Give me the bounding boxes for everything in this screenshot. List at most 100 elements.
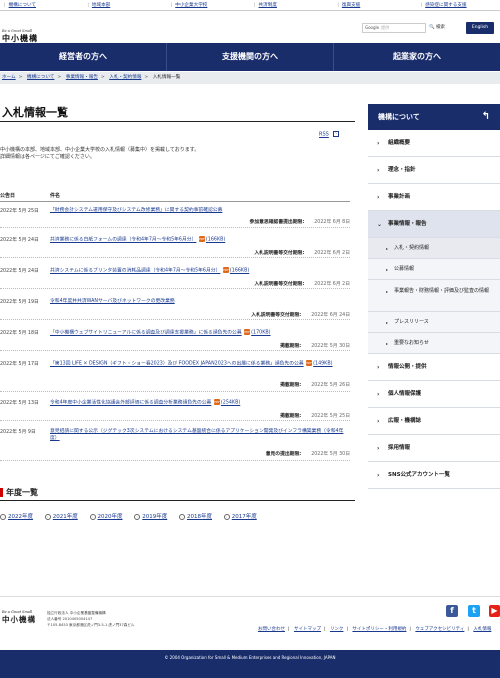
row-file-size[interactable]: (166KB): [206, 238, 225, 243]
search-button[interactable]: 🔍 検索: [429, 23, 445, 33]
sidebar-item-business-plan[interactable]: › 事業計画: [368, 184, 500, 211]
main-nav: 経営者の方へ 支援機関の方へ 起業家の方へ: [0, 43, 500, 71]
topnav-link-about[interactable]: 機構について: [9, 3, 36, 8]
row-subject-link[interactable]: 「中小機構ウェブサイトリニューアルに係る調査及び調達支援業務」に係る請負先の公募: [50, 331, 242, 336]
row-subject: 「中小機構ウェブサイトリニューアルに係る調査及び調達支援業務」に係る請負先の公募…: [50, 329, 350, 337]
row-file-size[interactable]: (170KB): [251, 331, 270, 336]
top-nav: | 機構について | 地域本部 | 中小企業大学校 | 共済制度 | 復興支援 | 感染症に…: [0, 0, 500, 11]
table-row: 2022年 5月 24日 共済システムに係るプリンタ装置の消耗品調達（令和4年7…: [0, 267, 350, 289]
year-item[interactable]: › 2022年度: [0, 513, 33, 520]
separator: |: [337, 3, 339, 8]
search-input[interactable]: Google 提供: [362, 23, 426, 33]
facebook-icon[interactable]: f: [446, 605, 458, 617]
topnav-item[interactable]: | 共済制度: [250, 2, 333, 8]
row-subject-link[interactable]: 「第13回 LIFE × DESIGN（ギフト・ショー春2023）及び FOOD…: [50, 362, 304, 367]
year-item[interactable]: › 2018年度: [179, 513, 212, 520]
table-header-divider: [0, 201, 350, 202]
sidebar-item-label: 採用情報: [388, 445, 411, 451]
back-arrow-icon: ↰: [481, 111, 490, 122]
row-file-size[interactable]: (254KB): [221, 401, 240, 406]
topnav-link-mutual-aid[interactable]: 共済制度: [259, 3, 277, 8]
row-file-size[interactable]: (149KB): [313, 362, 332, 367]
mainnav-managers[interactable]: 経営者の方へ: [0, 43, 166, 71]
breadcrumb-about[interactable]: 機構について: [27, 75, 54, 80]
rss-label[interactable]: RSS: [319, 132, 329, 138]
footer-link-accessibility[interactable]: ウェブアクセシビリティ: [415, 627, 464, 632]
topnav-link-university[interactable]: 中小企業大学校: [175, 3, 207, 8]
table-row: 2022年 5月 13日 令和4年度中小企業活性化協議会外部評価に係る調査分析業…: [0, 399, 350, 421]
sidebar-item-recruit[interactable]: › 採用情報: [368, 435, 500, 462]
year-item[interactable]: › 2020年度: [89, 513, 123, 520]
footer-link-contact[interactable]: お問い合わせ: [258, 627, 285, 632]
breadcrumb-business-info[interactable]: 事業情報・報告: [66, 75, 98, 80]
sidebar-subitem-notices[interactable]: ▸ 重要なお知らせ: [368, 333, 500, 354]
footer-logo[interactable]: Be a Great Small 中小機構: [2, 610, 36, 625]
table-row: 2022年 5月 9日 意見招請に関する公示（ジグテック3次システムにおけるシス…: [0, 428, 350, 461]
row-subject-link[interactable]: 共済業務に係る白紙フォームの調達（令和4年7月～令和5年6月分）: [50, 238, 196, 243]
footer-link-bidding[interactable]: 入札情報: [473, 627, 491, 632]
sidebar-heading[interactable]: 機構について ↰: [368, 104, 500, 130]
search-icon: 🔍: [429, 25, 435, 30]
footer-link-links[interactable]: リンク: [330, 627, 344, 632]
footer-logo-name: 中小機構: [2, 615, 36, 624]
row-status: 参加意思確認書提出期限: 2022年 6月 8日: [250, 218, 350, 225]
mainnav-entrepreneurs[interactable]: 起業家の方へ: [333, 43, 500, 71]
topnav-item[interactable]: | 感染症に関する支援: [417, 2, 500, 8]
year-link[interactable]: 2021年度: [53, 514, 78, 520]
twitter-icon[interactable]: t: [468, 605, 480, 617]
sidebar-item-business-info[interactable]: ⌄ 事業情報・報告: [368, 211, 500, 238]
circle-arrow-icon: ›: [89, 513, 96, 520]
topnav-item[interactable]: | 地域本部: [83, 2, 166, 8]
topnav-item[interactable]: | 中小企業大学校: [167, 2, 250, 8]
row-subject-link[interactable]: 令和4年度井共済WANサーバ及びネットワークの更改業務: [50, 299, 175, 304]
year-item[interactable]: › 2021年度: [44, 513, 78, 520]
row-file-size[interactable]: (166KB): [230, 269, 249, 274]
year-item[interactable]: › 2017年度: [223, 513, 257, 520]
sidebar-item-organization[interactable]: › 組織概要: [368, 130, 500, 157]
sidebar-item-label: 事業情報・報告: [388, 221, 427, 227]
topnav-link-regional[interactable]: 地域本部: [92, 3, 110, 8]
sidebar-item-privacy[interactable]: › 個人情報保護: [368, 381, 500, 408]
year-link[interactable]: 2020年度: [98, 514, 123, 520]
year-link[interactable]: 2018年度: [187, 514, 212, 520]
sidebar-subitem-press[interactable]: ▸ プレスリリース: [368, 312, 500, 333]
search-placeholder: 提供: [381, 25, 390, 30]
breadcrumb-home[interactable]: ホーム: [2, 75, 16, 80]
row-subject-link[interactable]: 意見招請に関する公示（ジグテック3次システムにおけるシステム基盤統合に係るアプリ…: [50, 429, 343, 441]
row-subject-link[interactable]: 「財務会計システム運用保守及びシステム改修業務」に関する契約事前確認公募: [50, 208, 222, 213]
footer-divider: [0, 596, 500, 597]
sidebar-item-label: 事業計画: [388, 194, 411, 200]
sidebar-item-sns[interactable]: › SNS公式アカウント一覧: [368, 462, 500, 489]
row-status-date: 2022年 6月 24日: [311, 313, 350, 318]
year-link[interactable]: 2022年度: [8, 514, 33, 520]
row-subject-link[interactable]: 共済システムに係るプリンタ装置の消耗品調達（令和4年7月～令和5年6月分）: [50, 269, 220, 274]
year-link[interactable]: 2017年度: [232, 514, 257, 520]
circle-arrow-icon: ›: [179, 513, 185, 520]
sidebar-item-disclosure[interactable]: › 情報公開・提供: [368, 354, 500, 381]
footer-link-sitemap[interactable]: サイトマップ: [294, 627, 321, 632]
year-link[interactable]: 2019年度: [142, 514, 167, 520]
topnav-item[interactable]: | 機構について: [0, 2, 83, 8]
sidebar-item-label: 情報公開・提供: [388, 364, 427, 370]
site-logo[interactable]: Be a Great Small 中小機構: [2, 29, 38, 44]
table-row: 2022年 5月 19日 令和4年度井共済WANサーバ及びネットワークの更改業務…: [0, 298, 350, 320]
sidebar-subitem-public-offering[interactable]: ▸ 公募情報: [368, 259, 500, 280]
row-subject-link[interactable]: 令和4年度中小企業活性化協議会外部評価に係る調査分析業務請負先の公募: [50, 401, 211, 406]
topnav-link-recovery[interactable]: 復興支援: [342, 3, 360, 8]
breadcrumb-bidding[interactable]: 入札・契約情報: [109, 75, 141, 80]
mainnav-support-orgs[interactable]: 支援機関の方へ: [166, 43, 333, 71]
rss-link[interactable]: RSS ◝: [319, 131, 339, 138]
topnav-item[interactable]: | 復興支援: [333, 2, 416, 8]
sidebar-item-pr[interactable]: › 広報・機構誌: [368, 408, 500, 435]
english-button[interactable]: English: [466, 22, 494, 34]
topnav-link-infection[interactable]: 感染症に関する支援: [425, 3, 466, 8]
sidebar-subitem-bidding[interactable]: ▸ 入札・契約情報: [368, 238, 500, 259]
sidebar-item-philosophy[interactable]: › 理念・指針: [368, 157, 500, 184]
youtube-icon[interactable]: ▶: [489, 605, 500, 617]
footer-link-policy[interactable]: サイトポリシー・利用規約: [352, 627, 406, 632]
year-item[interactable]: › 2019年度: [134, 513, 167, 520]
breadcrumb-separator: >: [144, 75, 149, 80]
search-brand: Google: [365, 25, 380, 30]
row-subject: 令和4年度井共済WANサーバ及びネットワークの更改業務: [50, 298, 350, 305]
sidebar-subitem-reports[interactable]: ▸ 事業報告・財務情報・評価及び監査の情報: [368, 280, 500, 312]
